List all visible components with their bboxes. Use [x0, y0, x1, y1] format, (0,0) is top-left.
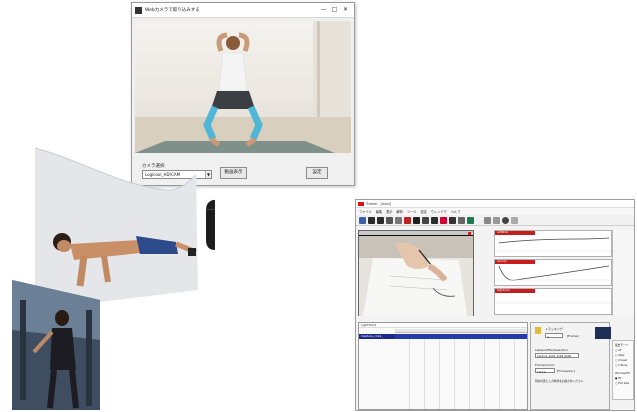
right-side-panel	[612, 230, 634, 316]
file-value: Capture_2018_2108_0008	[537, 354, 572, 358]
radio-group-1-title: 検出モード	[615, 343, 629, 347]
print-icon[interactable]	[386, 216, 393, 224]
analysis-app-window: Tracker - [main] ファイル 編集 表示 解析 ツール 設定 ウィ…	[355, 199, 635, 411]
open-folder-icon[interactable]	[368, 216, 375, 224]
export-icon[interactable]	[467, 216, 474, 224]
minimize-button[interactable]: —	[318, 5, 329, 15]
timeline-title: LightTrack	[359, 323, 527, 328]
ok-button[interactable]: 設定	[306, 167, 328, 179]
graph-area: LeftWrist Velocity HighScore	[494, 230, 612, 316]
close-icon[interactable]	[468, 231, 471, 235]
camera-icon[interactable]	[395, 216, 402, 224]
graph-panel-1[interactable]: LeftWrist	[494, 230, 612, 257]
new-file-icon[interactable]	[359, 216, 366, 224]
options-radio-panel: 検出モード ○ AF ○ Step ○ Closed ○ Infinity Wi…	[612, 340, 634, 400]
menu-item-tools[interactable]: ツール	[407, 209, 417, 214]
save-icon[interactable]	[377, 216, 384, 224]
menu-item-help[interactable]: ヘルプ	[451, 209, 461, 214]
frame-unit: [Frame/sec]	[557, 368, 575, 373]
table-icon[interactable]	[458, 216, 465, 224]
graph-3-plot	[495, 302, 611, 304]
graph-icon[interactable]	[449, 216, 456, 224]
app-title: Tracker - [main]	[366, 201, 392, 206]
app-logo-icon	[358, 201, 364, 206]
tracking-video-frame	[359, 236, 473, 316]
lock-icon	[535, 327, 541, 334]
menu-item-analyze[interactable]: 解析	[397, 209, 403, 214]
webcam-illustration	[205, 190, 332, 323]
timeline-panel: LightTrack Capture_clip1_	[358, 322, 528, 410]
camera-preview-image	[135, 21, 351, 153]
radio-option-infinity[interactable]: ○ Infinity	[615, 363, 628, 367]
camera-preview	[135, 21, 351, 153]
radio-option-fit[interactable]: ● Fit	[615, 376, 621, 380]
count-value: 1	[547, 334, 549, 339]
radio-option-af[interactable]: ○ AF	[615, 348, 622, 352]
frame-field[interactable]: 13:12	[535, 368, 555, 374]
graph-1-plot	[495, 237, 611, 252]
promo-collage	[0, 140, 332, 410]
maximize-button[interactable]: □	[329, 5, 340, 15]
radio-option-closed[interactable]: ○ Closed	[615, 358, 627, 362]
zoom-icon[interactable]	[502, 216, 509, 224]
dialog-titlebar: Webカメラで取り込みする — □ ✕	[132, 3, 354, 18]
timeline-track-label[interactable]: Capture_clip1_	[359, 334, 395, 339]
frame-value: 13:12	[537, 369, 546, 374]
count-field[interactable]: 1	[545, 333, 563, 339]
step-icon[interactable]	[431, 216, 438, 224]
graph-2-plot	[495, 265, 611, 281]
play-icon[interactable]	[413, 216, 420, 224]
count-label: トラッキング	[545, 327, 563, 331]
crop-icon[interactable]	[493, 216, 500, 224]
dialog-title: Webカメラで取り込みする	[145, 8, 200, 13]
file-select[interactable]: Capture_2018_2108_0008	[535, 353, 579, 358]
count-unit: [Frame]	[567, 333, 579, 338]
menu-item-settings[interactable]: 設定	[420, 209, 426, 214]
video-pane-header	[359, 231, 473, 235]
timeline-ruler[interactable]	[395, 329, 527, 333]
app-titlebar: Tracker - [main]	[356, 200, 634, 208]
tracking-video-pane[interactable]	[358, 230, 474, 316]
preview-button[interactable]: 動画表示	[220, 167, 247, 179]
menu-item-window[interactable]: ウィンドウ	[431, 209, 447, 214]
app-icon	[135, 6, 142, 14]
graph-panel-2[interactable]: Velocity	[494, 259, 612, 286]
close-button[interactable]: ✕	[340, 5, 351, 15]
menu-bar: ファイル 編集 表示 解析 ツール 設定 ウィンドウ ヘルプ	[356, 208, 634, 215]
collage-illustration	[12, 147, 332, 410]
menu-item-view[interactable]: 表示	[386, 209, 392, 214]
note-text: 現在位置と入力時刻をお確かめください	[535, 379, 584, 383]
radio-option-step[interactable]: ○ Step	[615, 353, 624, 357]
frame-label: Frame/Count	[535, 363, 555, 367]
menu-item-file[interactable]: ファイル	[359, 209, 372, 214]
marker-icon[interactable]	[440, 216, 447, 224]
file-label: Labeled/File/Selection	[535, 348, 568, 352]
radio-group-2-title: Window/Fit	[615, 371, 630, 375]
preview-thumbnail	[595, 327, 611, 339]
toolbar	[356, 215, 634, 226]
grid-icon[interactable]	[511, 216, 518, 224]
graph-panel-3[interactable]: HighScore	[494, 288, 612, 315]
radio-option-full-size[interactable]: ○ Full Size	[615, 381, 629, 385]
menu-item-edit[interactable]: 編集	[376, 209, 382, 214]
stop-icon[interactable]	[422, 216, 429, 224]
properties-panel: トラッキング 1 [Frame] Labeled/File/Selection …	[530, 322, 611, 410]
select-icon[interactable]	[484, 216, 491, 224]
timeline-grid[interactable]	[395, 339, 527, 409]
record-icon[interactable]	[404, 216, 411, 224]
